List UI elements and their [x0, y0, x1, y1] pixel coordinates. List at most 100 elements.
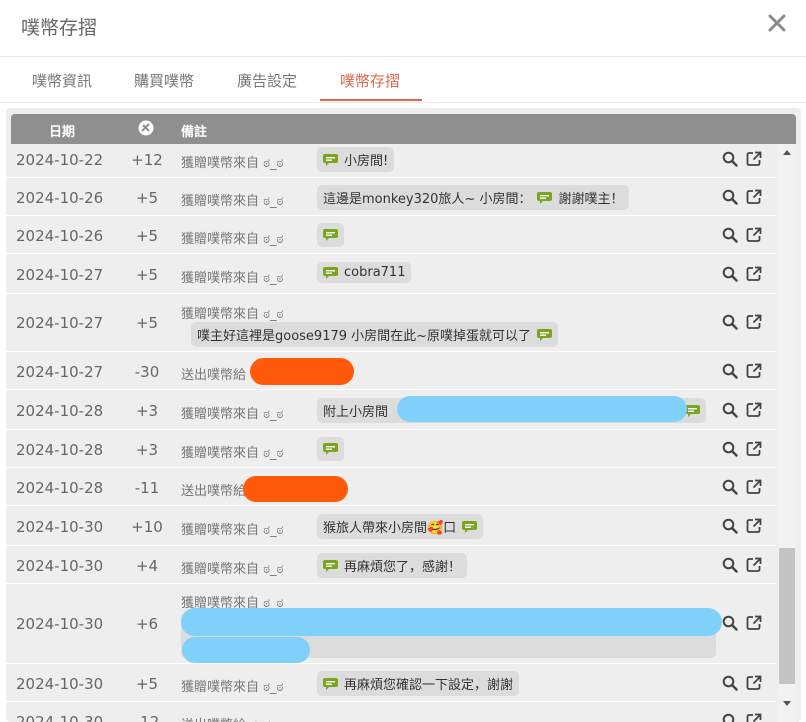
search-icon[interactable]: [722, 615, 738, 636]
tab-ad-settings[interactable]: 廣告設定: [237, 70, 297, 91]
search-icon[interactable]: [722, 363, 738, 384]
modal-title: 噗幣存摺: [21, 17, 98, 39]
tab-coin-info[interactable]: 噗幣資訊: [32, 70, 92, 91]
row-actions: [722, 518, 762, 539]
row-prefix: 獲贈噗幣來自 ಠ_ಠ: [181, 407, 284, 422]
table-row: 2024-10-26 +5 獲贈噗幣來自 ಠ_ಠ: [6, 216, 776, 254]
edit-icon[interactable]: [746, 151, 762, 172]
edit-icon[interactable]: [746, 266, 762, 287]
message-bubble: 再麻煩您了，感謝！: [317, 553, 468, 578]
row-date: 2024-10-22: [16, 151, 104, 169]
edit-icon[interactable]: [746, 615, 762, 636]
edit-icon[interactable]: [746, 557, 762, 578]
table-row: 2024-10-30 +5 獲贈噗幣來自 ಠ_ಠ 再麻煩您確認一下設定，謝謝: [6, 664, 776, 702]
search-icon[interactable]: [722, 314, 738, 335]
chat-bubble-icon: [462, 520, 478, 533]
row-date: 2024-10-28: [16, 441, 104, 459]
search-icon[interactable]: [722, 227, 738, 248]
edit-icon[interactable]: [746, 227, 762, 248]
row-date: 2024-10-27: [16, 266, 104, 284]
chat-bubble-icon: [537, 328, 553, 341]
edit-icon[interactable]: [746, 518, 762, 539]
row-date: 2024-10-27: [16, 314, 104, 332]
row-actions: [722, 189, 762, 210]
edit-icon[interactable]: [746, 713, 762, 722]
row-amount: +5: [135, 314, 159, 332]
row-date: 2024-10-30: [16, 557, 104, 575]
row-prefix: 獲贈噗幣來自 ಠ_ಠ: [181, 562, 284, 577]
row-prefix: 獲贈噗幣來自 ಠ_ಠ: [181, 194, 284, 209]
search-icon[interactable]: [722, 557, 738, 578]
search-icon[interactable]: [722, 518, 738, 539]
search-icon[interactable]: [722, 675, 738, 696]
row-date: 2024-10-26: [16, 189, 104, 207]
chat-bubble-icon: [685, 404, 700, 417]
table-row: 2024-10-28 +3 獲贈噗幣來自 ಠ_ಠ 附上小房間: [6, 390, 776, 430]
modal-header: 噗幣存摺: [0, 0, 806, 57]
redaction-mark: [397, 396, 687, 422]
row-prefix: 獲贈噗幣來自 ಠ_ಠ: [181, 680, 284, 695]
search-icon[interactable]: [722, 479, 738, 500]
row-actions: [722, 314, 762, 335]
message-text: 這邊是monkey320旅人~ 小房間：: [323, 192, 532, 207]
coin-icon: [138, 120, 154, 140]
edit-icon[interactable]: [746, 189, 762, 210]
row-actions: [722, 402, 762, 423]
message-bubble: [317, 437, 344, 461]
edit-icon[interactable]: [746, 675, 762, 696]
row-actions: [722, 675, 762, 696]
row-prefix: 送出噗幣給: [181, 484, 247, 499]
edit-icon[interactable]: [746, 402, 762, 423]
close-icon[interactable]: [766, 10, 788, 36]
row-amount: -12: [134, 713, 160, 722]
row-amount: +12: [131, 151, 163, 169]
scrollbar-thumb[interactable]: [779, 548, 795, 684]
row-date: 2024-10-28: [16, 479, 104, 497]
scroll-up-arrow-icon[interactable]: [778, 148, 796, 162]
edit-icon[interactable]: [746, 479, 762, 500]
row-prefix: 送出噗幣給: [181, 368, 247, 383]
search-icon[interactable]: [722, 441, 738, 462]
table-row: 2024-10-30 +4 獲贈噗幣來自 ಠ_ಠ 再麻煩您了，感謝！: [6, 546, 776, 584]
row-amount: +5: [135, 675, 159, 693]
row-actions: [722, 479, 762, 500]
row-date: 2024-10-30: [16, 675, 104, 693]
row-amount: +3: [135, 402, 159, 420]
table-row: 2024-10-27 -30 送出噗幣給: [6, 352, 776, 390]
message-text: 附上小房間: [323, 405, 389, 420]
search-icon[interactable]: [722, 266, 738, 287]
row-date: 2024-10-30: [16, 518, 104, 536]
row-amount: +5: [135, 189, 159, 207]
search-icon[interactable]: [722, 713, 738, 722]
message-text: cobra711: [344, 265, 406, 280]
row-actions: [722, 151, 762, 172]
edit-icon[interactable]: [746, 314, 762, 335]
row-amount: +10: [131, 518, 163, 536]
scroll-down-arrow-icon[interactable]: [778, 700, 796, 714]
edit-icon[interactable]: [746, 363, 762, 384]
scrollbar[interactable]: [778, 144, 796, 722]
redaction-mark: [243, 476, 348, 502]
chat-bubble-icon: [323, 559, 338, 572]
tab-buy-coins[interactable]: 購買噗幣: [134, 70, 194, 91]
row-prefix: 獲贈噗幣來自 ಠ_ಠ: [181, 307, 284, 322]
search-icon[interactable]: [722, 402, 738, 423]
row-amount: -30: [134, 363, 160, 381]
tab-coin-passbook[interactable]: 噗幣存摺: [340, 70, 400, 91]
row-amount: +5: [135, 227, 159, 245]
search-icon[interactable]: [722, 189, 738, 210]
table-header: 日期 備註: [11, 114, 796, 144]
tab-bar: 噗幣資訊 購買噗幣 廣告設定 噗幣存摺: [0, 57, 806, 103]
column-header-note: 備註: [181, 125, 208, 140]
search-icon[interactable]: [722, 151, 738, 172]
chat-bubble-icon: [323, 266, 338, 279]
row-prefix: 獲贈噗幣來自 ಠ_ಠ: [181, 523, 284, 538]
column-header-date: 日期: [49, 125, 76, 140]
message-bubble: 猴旅人帶來小房間🥰口: [317, 514, 484, 539]
table-row: 2024-10-27 +5 獲贈噗幣來自 ಠ_ಠ cobra711: [6, 254, 776, 294]
row-prefix: 送出噗幣給 ಠ_ಠ: [181, 714, 270, 722]
row-date: 2024-10-30: [16, 615, 104, 633]
row-amount: +4: [135, 557, 159, 575]
table-row: 2024-10-27 +5 獲贈噗幣來自 ಠ_ಠ 噗主好這裡是goose9179…: [6, 294, 776, 352]
edit-icon[interactable]: [746, 441, 762, 462]
